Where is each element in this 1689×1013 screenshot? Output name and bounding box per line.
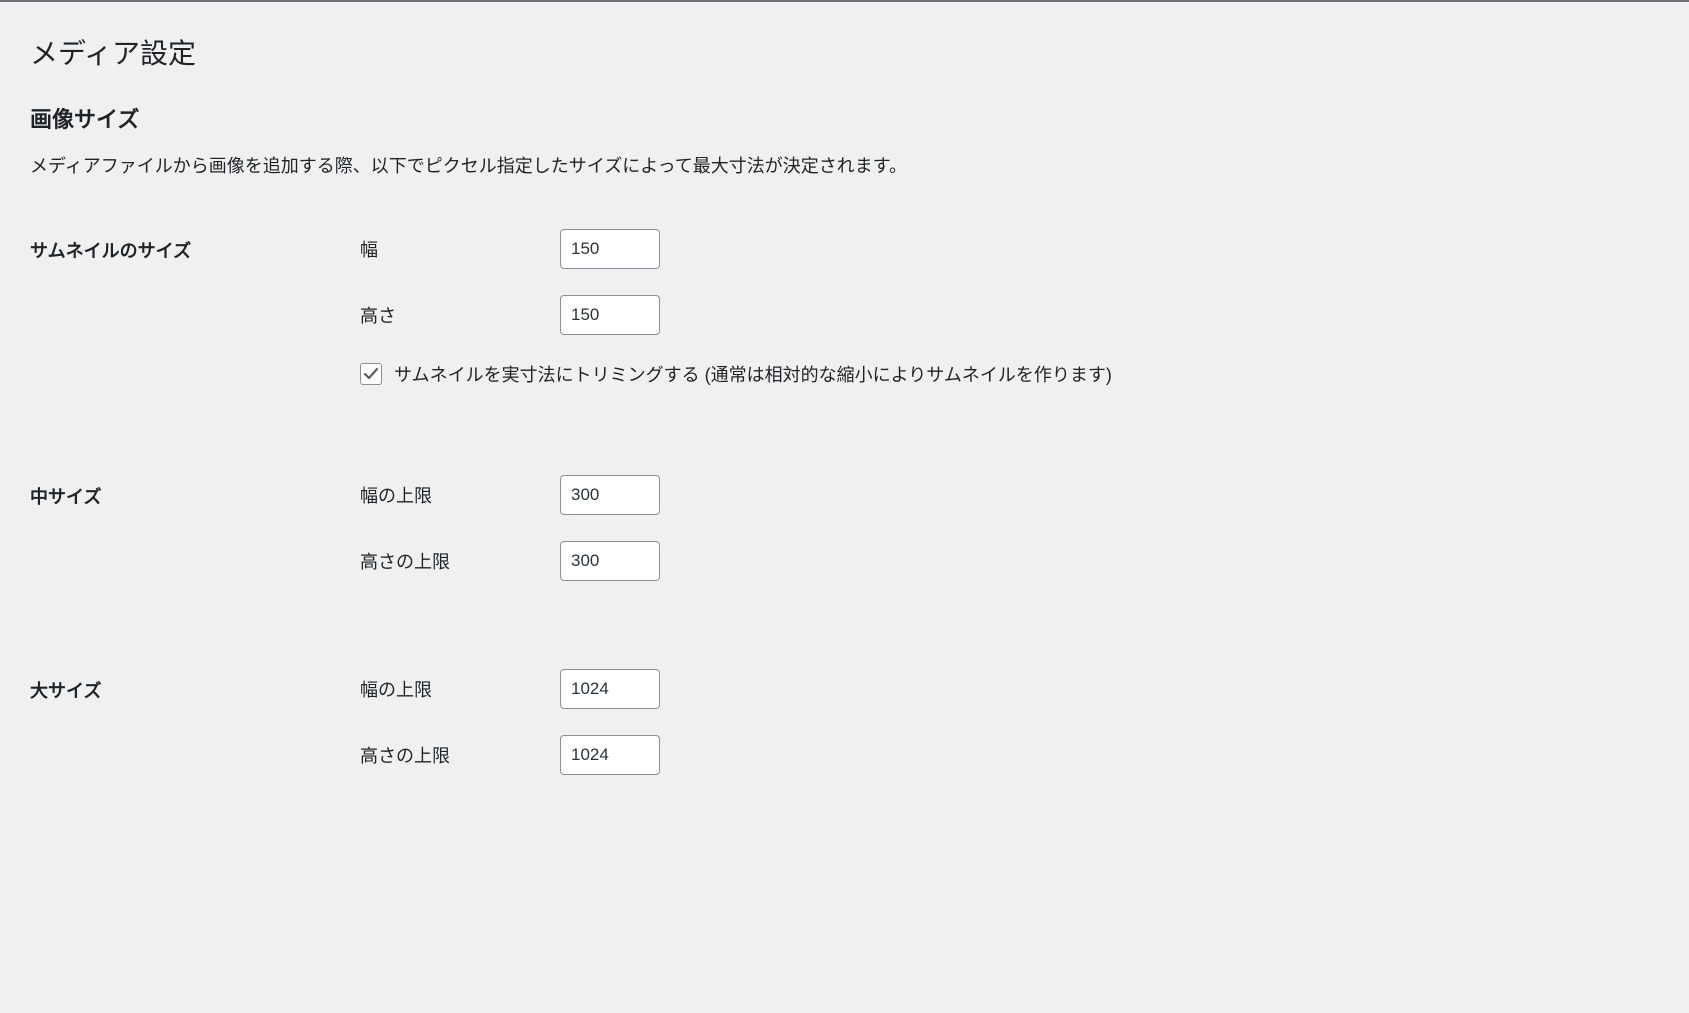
section-description: メディアファイルから画像を追加する際、以下でピクセル指定したサイズによって最大寸… <box>30 152 1659 181</box>
thumbnail-crop-label[interactable]: サムネイルを実寸法にトリミングする (通常は相対的な縮小によりサムネイルを作りま… <box>394 361 1112 387</box>
page-title: メディア設定 <box>30 32 1659 72</box>
medium-row-label: 中サイズ <box>30 463 350 593</box>
large-width-input[interactable] <box>560 669 660 709</box>
form-table: サムネイルのサイズ 幅 高さ <box>30 217 1659 787</box>
medium-height-input[interactable] <box>560 541 660 581</box>
thumbnail-width-label: 幅 <box>360 236 560 262</box>
check-icon <box>363 366 379 382</box>
thumbnail-row-label: サムネイルのサイズ <box>30 217 350 399</box>
medium-width-input[interactable] <box>560 475 660 515</box>
large-height-input[interactable] <box>560 735 660 775</box>
thumbnail-crop-checkbox[interactable] <box>360 363 382 385</box>
large-width-label: 幅の上限 <box>360 676 560 702</box>
large-row-label: 大サイズ <box>30 657 350 787</box>
thumbnail-width-input[interactable] <box>560 229 660 269</box>
medium-height-label: 高さの上限 <box>360 548 560 574</box>
thumbnail-height-label: 高さ <box>360 302 560 328</box>
medium-width-label: 幅の上限 <box>360 482 560 508</box>
large-height-label: 高さの上限 <box>360 742 560 768</box>
settings-wrap: メディア設定 画像サイズ メディアファイルから画像を追加する際、以下でピクセル指… <box>0 0 1689 817</box>
section-heading-image-sizes: 画像サイズ <box>30 102 1659 134</box>
thumbnail-height-input[interactable] <box>560 295 660 335</box>
